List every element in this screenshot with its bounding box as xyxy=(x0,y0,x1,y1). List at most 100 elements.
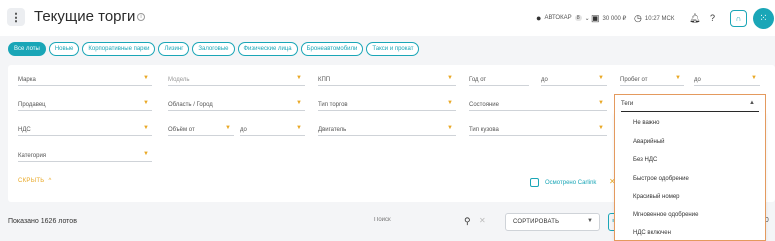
search-input[interactable] xyxy=(374,217,454,223)
chevron-up-icon: ▲ xyxy=(749,100,755,106)
body-type-select[interactable]: Тип кузова ▼ xyxy=(469,122,607,136)
tab-leasing[interactable]: Лизинг xyxy=(158,42,190,56)
chevron-down-icon: ▼ xyxy=(225,125,231,131)
mileage-from-label: Пробег от xyxy=(620,77,648,83)
clock: ◷ 10:27 МСК xyxy=(634,13,674,24)
chevron-down-icon: ▼ xyxy=(751,75,757,81)
carlink-checkbox[interactable]: Осмотрено Carlink xyxy=(530,178,596,187)
engine-label: Двигатель xyxy=(318,127,347,133)
auction-type-label: Тип торгов xyxy=(318,102,348,108)
region-label: Область / Город xyxy=(168,102,213,108)
year-from-label: Год от xyxy=(469,77,487,83)
tab-new[interactable]: Новые xyxy=(48,42,80,56)
support-button[interactable]: ∩ xyxy=(730,10,747,27)
tab-corporate-fleets[interactable]: Корпоративные парки xyxy=(82,42,156,56)
vat-label: НДС xyxy=(18,127,31,133)
chevron-down-icon: ▼ xyxy=(447,125,453,131)
brand-label: Марка xyxy=(18,77,36,83)
chevron-down-icon: ▼ xyxy=(587,218,593,224)
gearbox-select[interactable]: КПП ▼ xyxy=(318,72,456,86)
tags-option-vat-included[interactable]: НДС включен xyxy=(615,222,765,240)
user-icon: ● xyxy=(536,13,542,23)
balance-value: 30 000 ₽ xyxy=(602,16,627,22)
sort-label: СОРТИРОВАТЬ xyxy=(513,219,560,225)
chevron-down-icon: ▼ xyxy=(143,125,149,131)
apps-button[interactable]: ⁙ xyxy=(753,8,774,29)
seller-select[interactable]: Продавец ▼ xyxy=(18,97,152,111)
volume-to-label: до xyxy=(240,127,247,133)
account-selector[interactable]: ● АВТОКАР 8 ⌄ xyxy=(536,13,590,23)
bell-icon: 🔔︎ xyxy=(689,13,701,23)
mileage-to-select[interactable]: до ▼ xyxy=(694,72,760,86)
time-value: 10:27 МСК xyxy=(644,15,675,22)
condition-select[interactable]: Состояние ▼ xyxy=(469,97,607,111)
carlink-label: Осмотрено Carlink xyxy=(545,179,597,186)
help-button[interactable]: ? xyxy=(710,13,715,23)
collapse-label: СКРЫТЬ xyxy=(18,178,45,184)
gearbox-label: КПП xyxy=(318,77,331,83)
year-to-label: до xyxy=(541,77,548,83)
tags-label: Теги xyxy=(621,101,634,107)
help-icon: ? xyxy=(710,13,716,23)
vat-select[interactable]: НДС ▼ xyxy=(18,122,152,136)
chevron-down-icon: ▼ xyxy=(598,100,604,106)
mileage-from-select[interactable]: Пробег от ▼ xyxy=(620,72,684,86)
tags-select[interactable]: Теги ▲ xyxy=(614,94,766,112)
year-from-select[interactable]: Год от xyxy=(469,72,529,86)
clear-search-icon[interactable]: ✕ xyxy=(479,216,486,225)
notifications-button[interactable]: 🔔︎ xyxy=(689,13,700,24)
chevron-down-icon: ▼ xyxy=(143,75,149,81)
wallet-icon: ▣ xyxy=(591,13,600,23)
model-label: Модель xyxy=(168,77,190,83)
top-header: ⋮ Текущие торги i ● АВТОКАР 8 ⌄ ▣ 30 000… xyxy=(0,0,775,36)
sort-select[interactable]: СОРТИРОВАТЬ ▼ xyxy=(505,213,600,231)
tags-dropdown-list: Не важно Аварийный Без НДС Быстрое одобр… xyxy=(614,112,766,241)
volume-to-select[interactable]: до ▼ xyxy=(240,122,305,136)
volume-from-select[interactable]: Объём от ▼ xyxy=(168,122,234,136)
chevron-down-icon: ▼ xyxy=(296,75,302,81)
chevron-down-icon: ▼ xyxy=(143,100,149,106)
chevron-down-icon: ▼ xyxy=(675,75,681,81)
chevron-down-icon: ▼ xyxy=(447,100,453,106)
engine-select[interactable]: Двигатель ▼ xyxy=(318,122,456,136)
chevron-down-icon: ▼ xyxy=(143,151,149,157)
search-box[interactable]: ⚲ ✕ xyxy=(370,215,490,229)
clock-icon: ◷ xyxy=(634,13,642,23)
balance[interactable]: ▣ 30 000 ₽ xyxy=(591,13,626,24)
checkbox-box[interactable] xyxy=(530,178,539,187)
lot-category-tabs: Все лоты Новые Корпоративные парки Лизин… xyxy=(8,42,420,56)
collapse-filters-link[interactable]: СКРЫТЬ ^ xyxy=(18,178,52,184)
category-label: Категория xyxy=(18,153,47,159)
auction-type-select[interactable]: Тип торгов ▼ xyxy=(318,97,456,111)
chevron-down-icon: ▼ xyxy=(447,75,453,81)
volume-from-label: Объём от xyxy=(168,127,195,133)
info-icon[interactable]: i xyxy=(137,13,145,21)
chevron-down-icon: ▼ xyxy=(296,125,302,131)
mileage-to-label: до xyxy=(694,77,701,83)
tab-individuals[interactable]: Физические лица xyxy=(237,42,298,56)
tab-pledged[interactable]: Залоговые xyxy=(192,42,235,56)
headset-icon: ∩ xyxy=(735,14,742,23)
menu-icon[interactable]: ⋮ xyxy=(7,8,25,26)
condition-label: Состояние xyxy=(469,102,499,108)
tab-taxi-rental[interactable]: Такси и прокат xyxy=(366,42,420,56)
brand-select[interactable]: Марка ▼ xyxy=(18,72,152,86)
account-badge: 8 xyxy=(574,15,582,21)
chevron-up-icon: ^ xyxy=(46,178,52,184)
year-to-select[interactable]: до ▼ xyxy=(541,72,607,86)
lots-count: Показано 1626 лотов xyxy=(8,218,77,225)
region-select[interactable]: Область / Город ▼ xyxy=(168,97,305,111)
page-title: Текущие торги xyxy=(34,8,136,25)
grid-icon: ⁙ xyxy=(759,13,768,24)
model-select[interactable]: Модель ▼ xyxy=(168,72,305,86)
search-icon[interactable]: ⚲ xyxy=(464,216,471,227)
account-name: АВТОКАР xyxy=(544,15,572,21)
seller-label: Продавец xyxy=(18,102,46,108)
chevron-down-icon: ▼ xyxy=(296,100,302,106)
tab-all-lots[interactable]: Все лоты xyxy=(8,42,46,56)
chevron-down-icon: ▼ xyxy=(598,125,604,131)
chevron-down-icon: ⌄ xyxy=(584,15,590,22)
tab-armored[interactable]: Бронеавтомобили xyxy=(300,42,364,56)
chevron-down-icon: ▼ xyxy=(598,75,604,81)
category-select[interactable]: Категория ▼ xyxy=(18,148,152,162)
